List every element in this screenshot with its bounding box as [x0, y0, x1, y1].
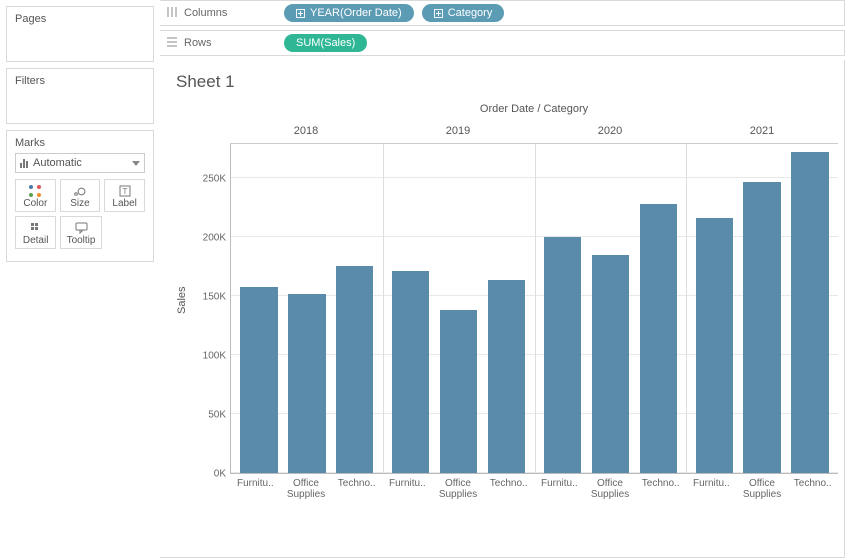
- pages-title: Pages: [15, 13, 145, 25]
- category-label: Techno..: [787, 474, 838, 500]
- marks-tooltip-label: Tooltip: [63, 235, 98, 246]
- category-label: Techno..: [635, 474, 686, 500]
- bar[interactable]: [544, 237, 581, 473]
- pill-sum-sales[interactable]: SUM(Sales): [284, 34, 367, 52]
- marks-detail-button[interactable]: Detail: [15, 216, 56, 249]
- x-axis-categories: Furnitu..OfficeSuppliesTechno..Furnitu..…: [230, 474, 838, 500]
- y-tick-label: 0K: [214, 469, 226, 480]
- svg-text:T: T: [122, 187, 127, 196]
- rows-shelf[interactable]: Rows SUM(Sales): [160, 30, 845, 56]
- year-header: 2018: [230, 118, 382, 144]
- tooltip-icon: [63, 221, 98, 235]
- y-tick-label: 200K: [203, 233, 226, 244]
- marks-color-button[interactable]: Color: [15, 179, 56, 212]
- color-icon: [29, 185, 41, 197]
- sheet-title[interactable]: Sheet 1: [176, 72, 838, 92]
- marks-title: Marks: [15, 137, 145, 149]
- category-label: Furnitu..: [686, 474, 737, 500]
- columns-icon: [166, 6, 178, 21]
- bar[interactable]: [743, 182, 780, 473]
- columns-label: Columns: [184, 7, 227, 19]
- category-label: Furnitu..: [534, 474, 585, 500]
- y-axis: 0K50K100K150K200K250K: [190, 100, 230, 474]
- y-tick-label: 250K: [203, 174, 226, 185]
- y-tick-label: 150K: [203, 292, 226, 303]
- bar[interactable]: [440, 310, 477, 473]
- visualization-pane: Sheet 1 Sales 0K 50K 100K 150K 200K 250K Orde…: [160, 60, 845, 558]
- year-header: 2020: [534, 118, 686, 144]
- detail-icon: [18, 221, 53, 235]
- filters-panel: Filters: [6, 68, 154, 124]
- marks-label-label: Label: [107, 198, 142, 209]
- pages-panel: Pages: [6, 6, 154, 62]
- y-tick-label: 50K: [208, 410, 226, 421]
- marks-select-label: Automatic: [33, 157, 82, 169]
- marks-color-label: Color: [18, 198, 53, 209]
- bar[interactable]: [336, 266, 373, 473]
- category-label: OfficeSupplies: [737, 474, 788, 500]
- category-label: Techno..: [483, 474, 534, 500]
- marks-panel: Marks Automatic Color Size: [6, 130, 154, 262]
- size-icon: [63, 184, 98, 198]
- category-label: Furnitu..: [382, 474, 433, 500]
- bar[interactable]: [288, 294, 325, 473]
- rows-icon: [166, 36, 178, 51]
- label-icon: T: [107, 184, 142, 198]
- filters-title: Filters: [15, 75, 145, 87]
- bar[interactable]: [640, 204, 677, 473]
- bar[interactable]: [488, 280, 525, 473]
- pill-year-order-date[interactable]: YEAR(Order Date): [284, 4, 414, 22]
- marks-size-label: Size: [63, 198, 98, 209]
- category-label: Techno..: [331, 474, 382, 500]
- y-axis-label: Sales: [174, 100, 190, 500]
- expand-icon: [296, 9, 305, 18]
- marks-label-button[interactable]: T Label: [104, 179, 145, 212]
- marks-type-select[interactable]: Automatic: [15, 153, 145, 173]
- bar[interactable]: [392, 271, 429, 473]
- columns-header: Order Date / Category: [230, 100, 838, 118]
- y-tick-label: 100K: [203, 351, 226, 362]
- category-label: Furnitu..: [230, 474, 281, 500]
- year-header: 2019: [382, 118, 534, 144]
- columns-shelf[interactable]: Columns YEAR(Order Date) Category: [160, 0, 845, 26]
- year-header: 2021: [686, 118, 838, 144]
- bar[interactable]: [240, 287, 277, 473]
- category-label: OfficeSupplies: [281, 474, 332, 500]
- bar[interactable]: [592, 255, 629, 473]
- category-label: OfficeSupplies: [433, 474, 484, 500]
- year-header-row: 2018201920202021: [230, 118, 838, 144]
- expand-icon: [434, 9, 443, 18]
- rows-label: Rows: [184, 37, 212, 49]
- chart-plot-area[interactable]: [230, 144, 838, 474]
- chevron-down-icon: [132, 161, 140, 166]
- marks-detail-label: Detail: [18, 235, 53, 246]
- marks-size-button[interactable]: Size: [60, 179, 101, 212]
- category-label: OfficeSupplies: [585, 474, 636, 500]
- marks-tooltip-button[interactable]: Tooltip: [60, 216, 101, 249]
- bar[interactable]: [696, 218, 733, 473]
- bar[interactable]: [791, 152, 828, 473]
- bar-chart-icon: [20, 158, 28, 168]
- pill-category[interactable]: Category: [422, 4, 505, 22]
